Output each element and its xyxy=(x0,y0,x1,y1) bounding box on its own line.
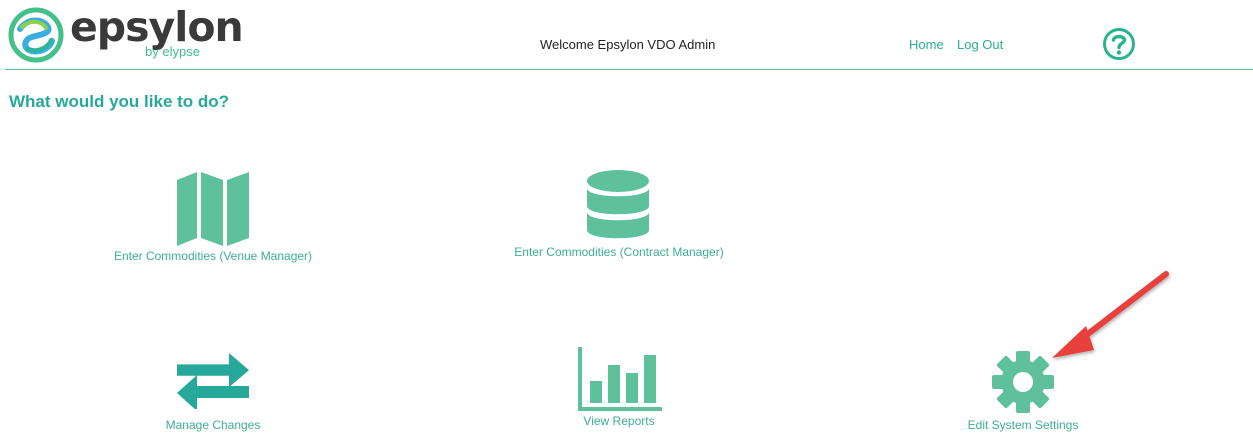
tile-label: Enter Commodities (Contract Manager) xyxy=(514,245,724,259)
epsylon-logo-icon xyxy=(8,7,64,63)
home-link[interactable]: Home xyxy=(909,37,944,52)
tile-manage-changes[interactable]: Manage Changes xyxy=(150,350,276,435)
tile-label: Enter Commodities (Venue Manager) xyxy=(113,249,313,263)
database-icon xyxy=(587,170,649,239)
logo[interactable]: epsylon by elypse xyxy=(8,3,244,63)
exchange-arrows-icon xyxy=(177,353,249,409)
welcome-message: Welcome Epsylon VDO Admin xyxy=(540,37,716,52)
header-divider xyxy=(5,69,1253,70)
page-title: What would you like to do? xyxy=(9,92,230,111)
tile-label: Manage Changes xyxy=(165,418,261,432)
annotation-arrow-icon xyxy=(1052,271,1169,358)
tile-label: View Reports xyxy=(583,414,655,428)
tile-venue-manager[interactable]: Enter Commodities (Venue Manager) xyxy=(100,165,326,270)
tile-contract-manager[interactable]: Enter Commodities (Contract Manager) xyxy=(500,165,738,265)
map-icon xyxy=(177,172,249,246)
logout-link[interactable]: Log Out xyxy=(957,37,1003,52)
question-circle-icon[interactable] xyxy=(1102,27,1136,61)
logo-subtext: by elypse xyxy=(145,44,200,59)
tile-view-reports[interactable]: View Reports xyxy=(560,345,678,430)
tile-label: Edit System Settings xyxy=(967,418,1079,432)
header: epsylon by elypse Welcome Epsylon VDO Ad… xyxy=(0,0,1253,70)
bar-chart-icon xyxy=(578,347,662,411)
